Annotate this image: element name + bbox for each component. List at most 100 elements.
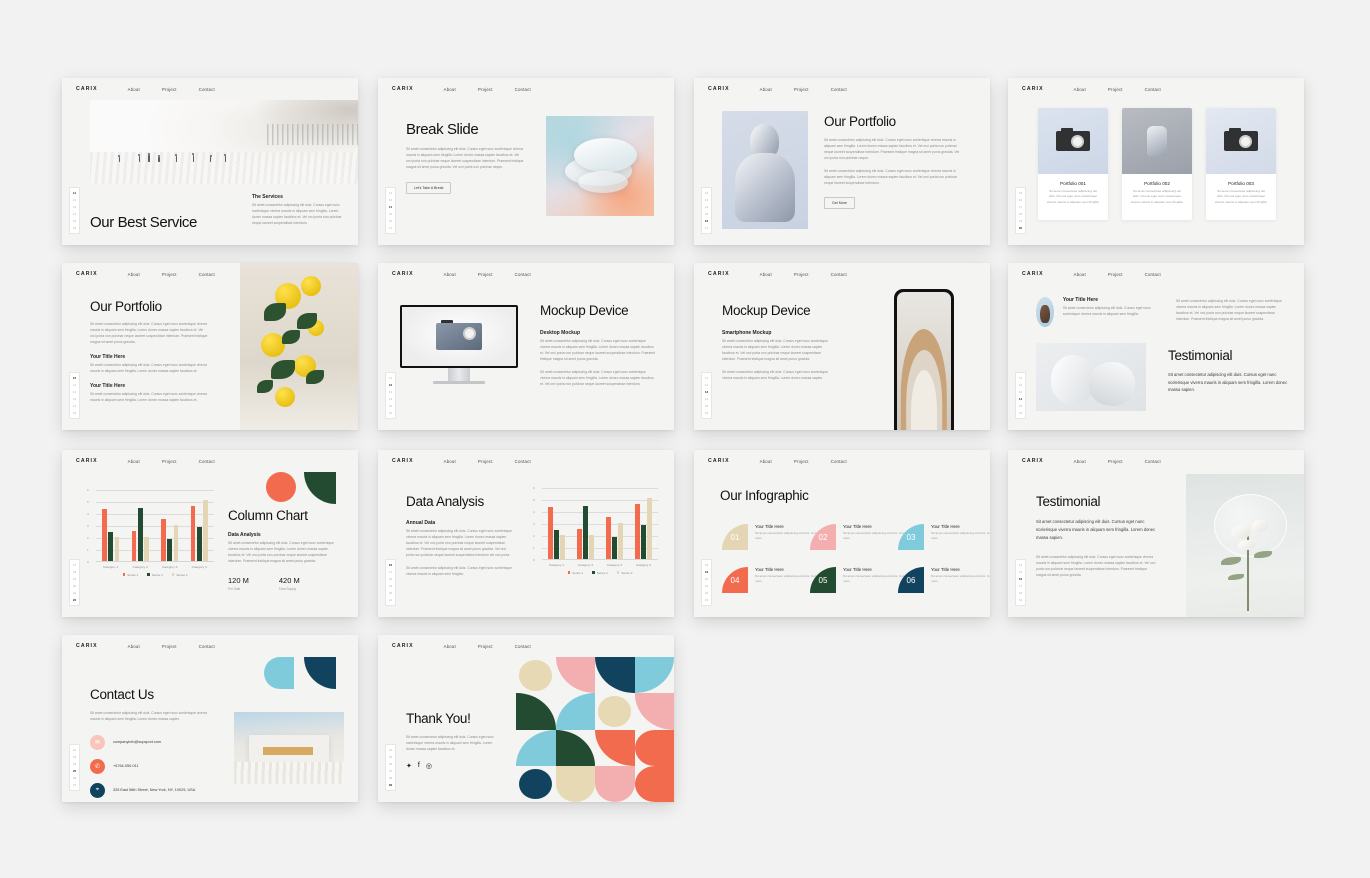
page-number[interactable]: 24: [387, 747, 394, 753]
brand-logo[interactable]: CARIX: [76, 271, 98, 277]
page-number[interactable]: 11: [703, 375, 710, 381]
nav-link-contact[interactable]: Contact: [1145, 87, 1161, 92]
page-number[interactable]: 19: [387, 583, 394, 589]
page-number[interactable]: 13: [703, 197, 710, 203]
portfolio-card[interactable]: Portfolio 001 Sit amet consectetur adipis…: [1038, 108, 1108, 220]
slide-7[interactable]: CARIX About Project Contact 11 12 13 14 15 16 Mock…: [694, 263, 990, 430]
chart-legend-item[interactable]: Series 1: [122, 573, 138, 577]
page-number[interactable]: 15: [71, 410, 78, 416]
brand-logo[interactable]: CARIX: [76, 86, 98, 92]
page-number[interactable]: 16: [703, 410, 710, 416]
nav-link-about[interactable]: About: [760, 459, 772, 464]
slide-9[interactable]: CARIX About Project Contact 17 18 19 20 21 22 0 1 2 3…: [62, 450, 358, 617]
slide-8[interactable]: CARIX About Project Contact 11 12 13 14 15 16 Your…: [1008, 263, 1304, 430]
page-rail[interactable]: 11 12 13 14 15 16: [701, 372, 712, 419]
portfolio-card[interactable]: Portfolio 003 Sit amet consectetur adipis…: [1206, 108, 1276, 220]
page-number[interactable]: 15: [387, 211, 394, 217]
page-number[interactable]: 21: [387, 597, 394, 603]
nav-link-about[interactable]: About: [1074, 459, 1086, 464]
brand-logo[interactable]: CARIX: [76, 458, 98, 464]
page-number[interactable]: 11: [1017, 375, 1024, 381]
page-rail[interactable]: 11 12 13 14 15 16: [69, 187, 80, 234]
twitter-icon[interactable]: ✦: [406, 762, 412, 770]
page-number[interactable]: 16: [1017, 410, 1024, 416]
page-number[interactable]: 19: [1017, 597, 1024, 603]
page-number[interactable]: 27: [71, 782, 78, 788]
page-number[interactable]: 11: [71, 382, 78, 388]
page-number[interactable]: 20: [703, 576, 710, 582]
nav-link-contact[interactable]: Contact: [199, 272, 215, 277]
slide-11[interactable]: CARIX About Project Contact 18 19 20 21 22 23 Our …: [694, 450, 990, 617]
page-number[interactable]: 26: [71, 775, 78, 781]
nav-link-about[interactable]: About: [128, 272, 140, 277]
nav-link-project[interactable]: Project: [478, 644, 493, 649]
page-number[interactable]: 13: [71, 396, 78, 402]
page-number[interactable]: 17: [387, 225, 394, 231]
slide-3[interactable]: CARIX About Project Contact 12 13 14 15 16 17 Our …: [694, 78, 990, 245]
nav-link-contact[interactable]: Contact: [515, 459, 531, 464]
brand-logo[interactable]: CARIX: [1022, 86, 1044, 92]
nav-link-about[interactable]: About: [128, 644, 140, 649]
nav-link-contact[interactable]: Contact: [831, 459, 847, 464]
page-number[interactable]: 12: [703, 382, 710, 388]
page-number[interactable]: 12: [1017, 382, 1024, 388]
nav-link-contact[interactable]: Contact: [831, 87, 847, 92]
nav-link-project[interactable]: Project: [1108, 87, 1123, 92]
chart-legend-item[interactable]: Series 1: [567, 571, 583, 575]
slide-2[interactable]: CARIX About Project Contact 12 13 14 15 16 17 Brea…: [378, 78, 674, 245]
page-number[interactable]: 23: [703, 597, 710, 603]
page-number[interactable]: 15: [1017, 190, 1024, 196]
nav-link-project[interactable]: Project: [162, 87, 177, 92]
nav-link-about[interactable]: About: [444, 459, 456, 464]
nav-link-contact[interactable]: Contact: [1145, 272, 1161, 277]
page-number[interactable]: 11: [71, 190, 78, 196]
page-number[interactable]: 18: [703, 562, 710, 568]
slide-6[interactable]: CARIX About Project Contact 11 12 13 14 15 16 Mock…: [378, 263, 674, 430]
page-number[interactable]: 16: [387, 410, 394, 416]
page-number[interactable]: 20: [387, 590, 394, 596]
page-number[interactable]: 22: [703, 590, 710, 596]
chart-legend-item[interactable]: Series 3: [616, 571, 632, 575]
page-rail[interactable]: 10 11 12 13 14 15: [69, 372, 80, 419]
slide-10[interactable]: CARIX About Project Contact 16 17 18 19 20 21 Data…: [378, 450, 674, 617]
page-number[interactable]: 14: [703, 204, 710, 210]
break-button[interactable]: Let's Take A Break: [406, 181, 452, 194]
page-number[interactable]: 13: [387, 197, 394, 203]
page-number[interactable]: 17: [703, 225, 710, 231]
brand-logo[interactable]: CARIX: [1022, 271, 1044, 277]
page-number[interactable]: 14: [387, 204, 394, 210]
nav-link-about[interactable]: About: [444, 272, 456, 277]
nav-link-contact[interactable]: Contact: [199, 644, 215, 649]
facebook-icon[interactable]: f: [418, 762, 420, 770]
page-number[interactable]: 16: [1017, 576, 1024, 582]
contact-row[interactable]: ✆ +6764-050-011: [90, 758, 212, 774]
slide-5[interactable]: CARIX About Project Contact 10 11 12 13 14 15 Our …: [62, 263, 358, 430]
nav-link-project[interactable]: Project: [1108, 272, 1123, 277]
nav-link-contact[interactable]: Contact: [515, 272, 531, 277]
page-number[interactable]: 29: [387, 782, 394, 788]
page-number[interactable]: 25: [71, 768, 78, 774]
brand-logo[interactable]: CARIX: [708, 458, 730, 464]
page-number[interactable]: 19: [703, 569, 710, 575]
nav-link-contact[interactable]: Contact: [199, 459, 215, 464]
page-rail[interactable]: 11 12 13 14 15 16: [1015, 372, 1026, 419]
page-number[interactable]: 18: [71, 569, 78, 575]
page-number[interactable]: 16: [1017, 197, 1024, 203]
page-rail[interactable]: 11 12 13 14 15 16: [385, 372, 396, 419]
page-number[interactable]: 24: [71, 761, 78, 767]
page-number[interactable]: 12: [387, 382, 394, 388]
page-rail[interactable]: 16 17 18 19 20 21: [385, 559, 396, 606]
brand-logo[interactable]: CARIX: [392, 271, 414, 277]
page-rail[interactable]: 14 15 16 17 18 19: [1015, 559, 1026, 606]
page-number[interactable]: 22: [71, 747, 78, 753]
page-number[interactable]: 14: [1017, 396, 1024, 402]
brand-logo[interactable]: CARIX: [392, 86, 414, 92]
page-rail[interactable]: 12 13 14 15 16 17: [385, 187, 396, 234]
page-rail[interactable]: 17 18 19 20 21 22: [69, 559, 80, 606]
page-number[interactable]: 12: [71, 389, 78, 395]
nav-link-project[interactable]: Project: [162, 644, 177, 649]
page-number[interactable]: 14: [71, 211, 78, 217]
brand-logo[interactable]: CARIX: [392, 643, 414, 649]
page-number[interactable]: 20: [1017, 225, 1024, 231]
nav-link-about[interactable]: About: [128, 459, 140, 464]
